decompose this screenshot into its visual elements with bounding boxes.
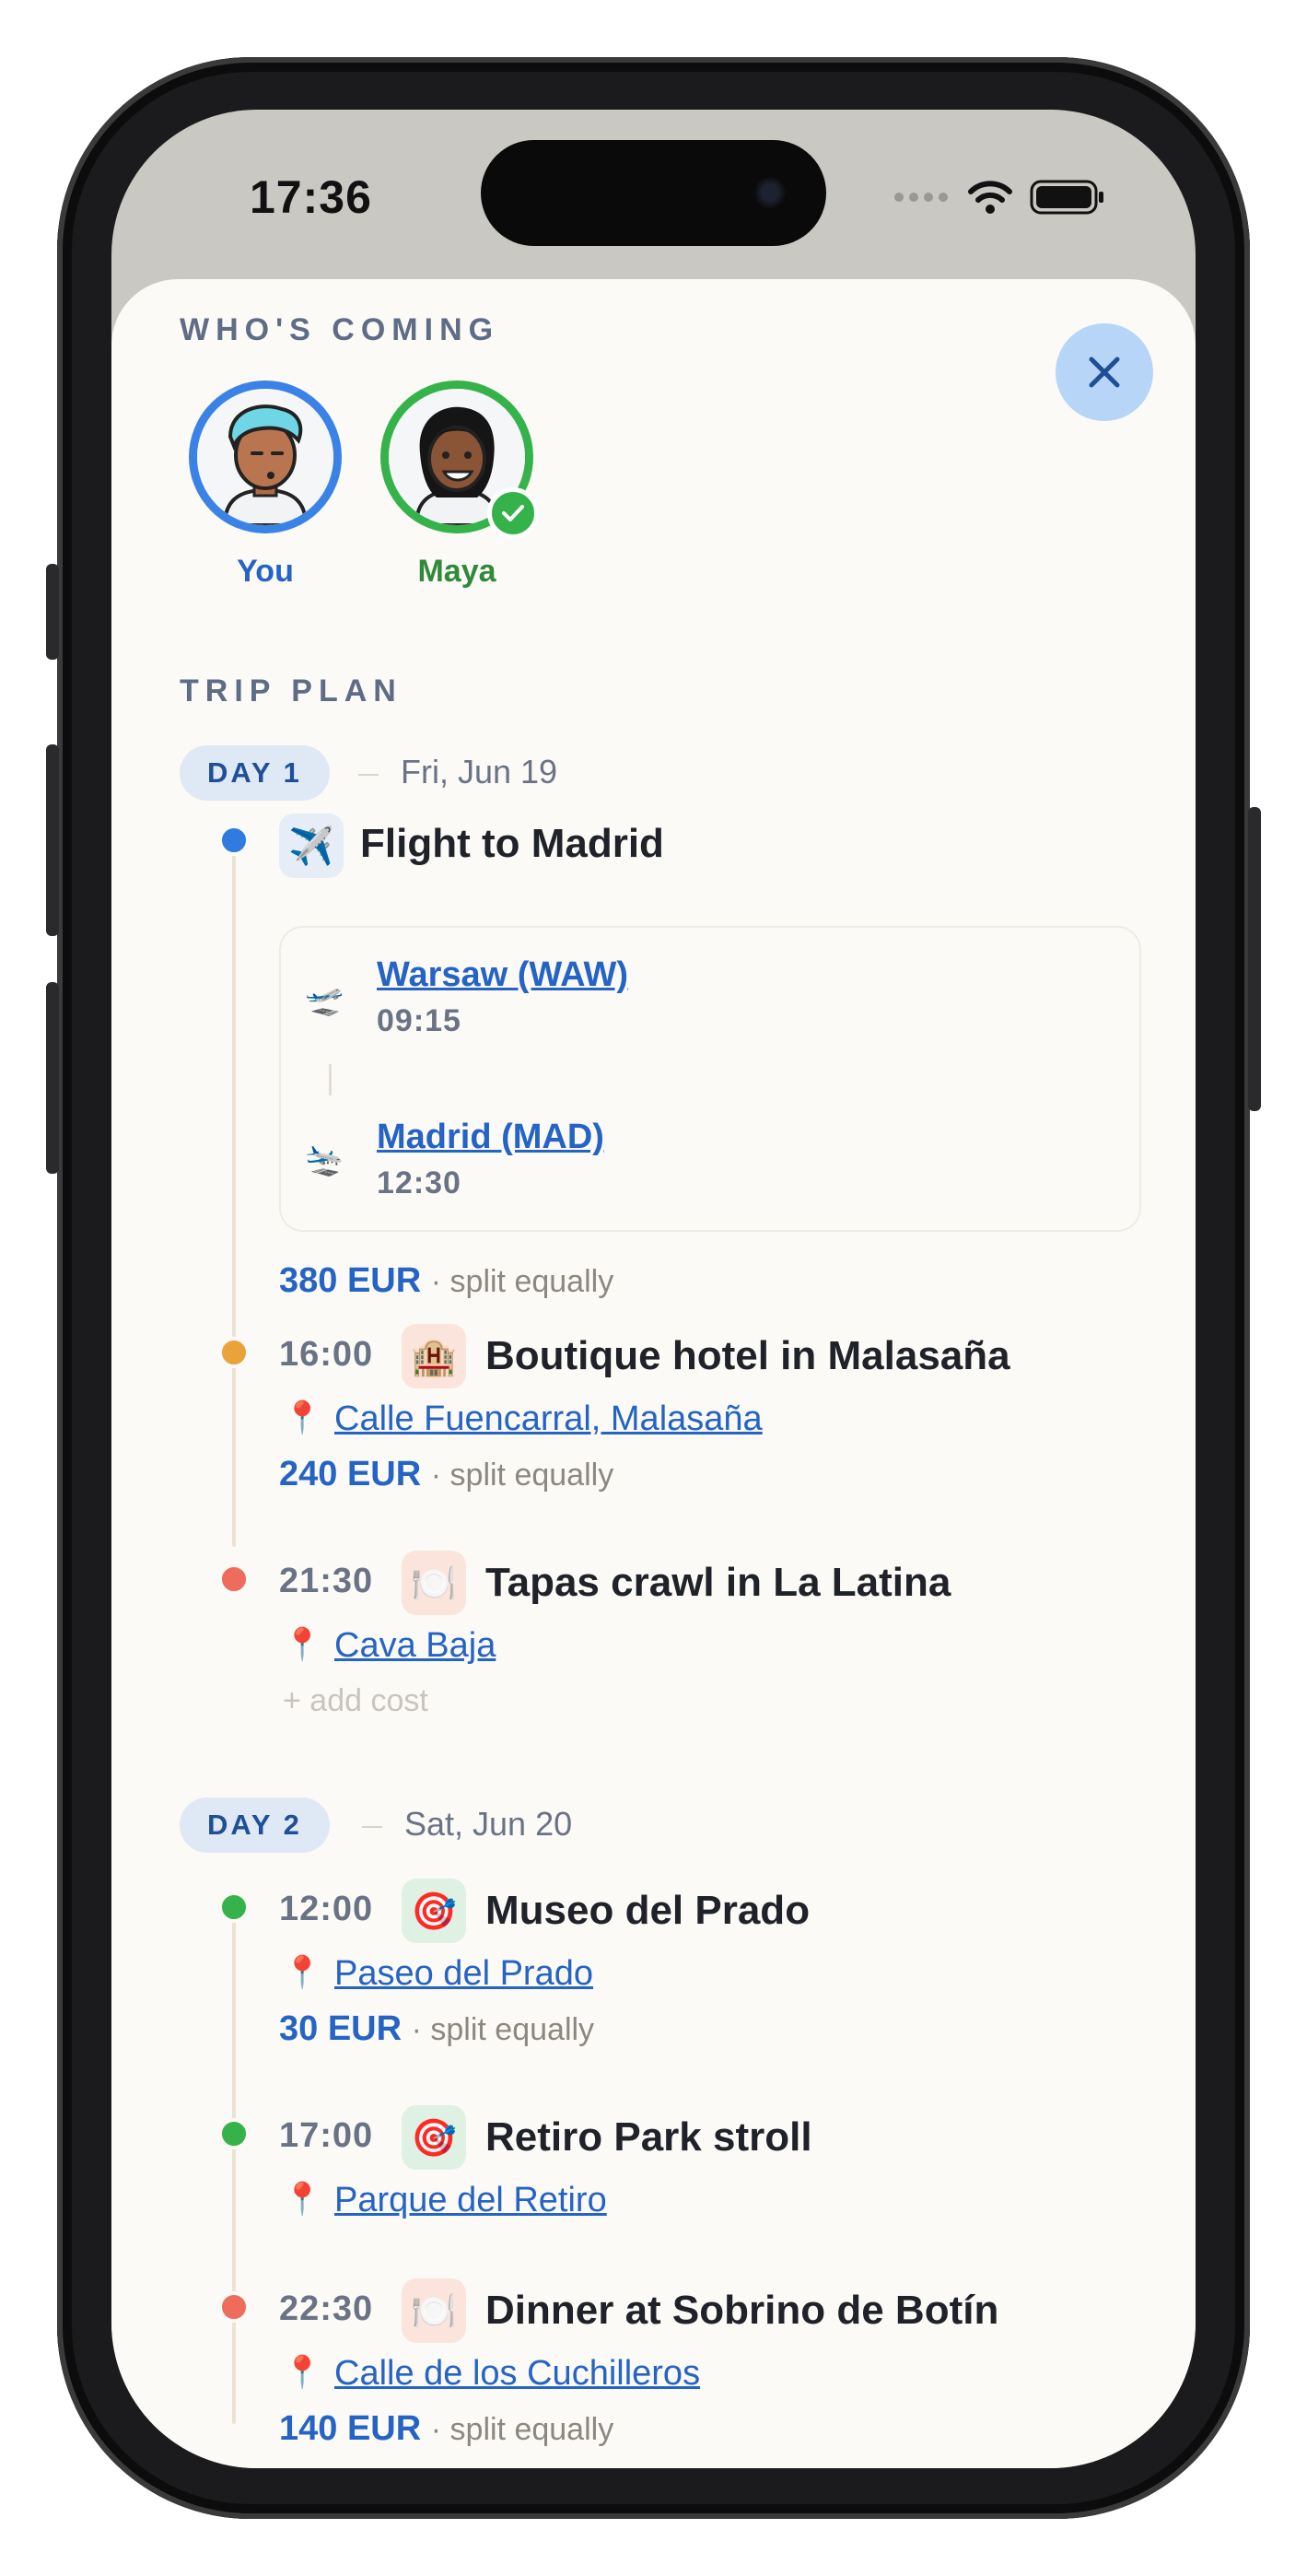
event-time: 22:30 — [279, 2289, 374, 2328]
timeline-line — [232, 1901, 236, 2424]
phone-screen: 17:36 WHO'S COMING You Maya TRIP PLAN DA… — [111, 110, 1196, 2468]
departure-time: 09:15 — [377, 1003, 461, 1038]
timeline-dot — [218, 2118, 250, 2149]
hotel-icon: 🏨 — [402, 1324, 466, 1388]
event-title[interactable]: Tapas crawl in La Latina — [485, 1560, 951, 1606]
close-button[interactable] — [1056, 323, 1153, 421]
location-link[interactable]: Paseo del Prado — [334, 1954, 593, 1994]
day-divider — [362, 1826, 382, 1828]
location-pin-icon: 📍 — [283, 1627, 322, 1662]
airplane-icon: ✈️ — [279, 814, 344, 878]
cost-split-note: · split equally — [430, 1264, 614, 1299]
volume-down-button — [46, 982, 59, 1174]
power-button — [1248, 807, 1261, 1111]
day-date: Fri, Jun 19 — [401, 753, 558, 790]
flight-card: 🛫 Warsaw (WAW) 09:15 🛬 Madrid (MAD) 12:3… — [279, 926, 1141, 1232]
plate-icon: 🍽️ — [402, 1551, 466, 1615]
day-pill[interactable]: DAY 2 — [180, 1797, 330, 1853]
cost-amount: 30 EUR — [279, 2009, 403, 2048]
plate-icon: 🍽️ — [402, 2278, 466, 2343]
trip-plan-label: TRIP PLAN — [180, 673, 403, 708]
wifi-icon — [968, 181, 1012, 214]
avatar — [189, 381, 342, 533]
timeline-dot — [218, 825, 250, 856]
action-button — [46, 564, 59, 660]
cost-split-note: · split equally — [430, 1458, 614, 1493]
volume-up-button — [46, 744, 59, 936]
event-title[interactable]: Dinner at Sobrino de Botín — [485, 2288, 998, 2334]
timeline-dot — [218, 1337, 250, 1368]
camera-icon — [751, 173, 789, 212]
flight-connector — [329, 1064, 332, 1095]
participant-you[interactable]: You — [187, 381, 344, 590]
signal-icon — [894, 193, 948, 202]
event-title[interactable]: Boutique hotel in Malasaña — [485, 1333, 1010, 1379]
event-title[interactable]: Museo del Prado — [485, 1888, 810, 1934]
participant-maya[interactable]: Maya — [379, 381, 539, 590]
status-icons — [893, 180, 1105, 215]
event-time: 17:00 — [279, 2116, 374, 2155]
event-cost[interactable]: 240 EUR · split equally — [279, 1455, 613, 1494]
cost-amount: 140 EUR — [279, 2409, 422, 2448]
participant-name: Maya — [417, 554, 496, 589]
day-divider — [358, 774, 379, 776]
timeline-line — [232, 839, 236, 1547]
cost-amount: 240 EUR — [279, 1455, 422, 1493]
location-link[interactable]: Calle Fuencarral, Malasaña — [334, 1399, 763, 1439]
timeline-dot — [218, 1891, 250, 1923]
event-cost[interactable]: 30 EUR · split equally — [279, 2009, 594, 2049]
landing-icon: 🛬 — [305, 1142, 344, 1177]
day-date: Sat, Jun 20 — [404, 1805, 573, 1843]
target-icon: 🎯 — [402, 2105, 466, 2170]
add-cost-button[interactable]: + add cost — [283, 1683, 428, 1719]
location-pin-icon: 📍 — [283, 1955, 322, 1990]
departure-airport-link[interactable]: Warsaw (WAW) — [377, 955, 628, 995]
avatar-you-illustration — [197, 389, 333, 525]
day-pill[interactable]: DAY 1 — [180, 745, 330, 801]
event-cost[interactable]: 380 EUR · split equally — [279, 1261, 613, 1301]
event-time: 16:00 — [279, 1335, 374, 1374]
dynamic-island — [481, 140, 826, 246]
event-time: 21:30 — [279, 1562, 374, 1600]
status-time: 17:36 — [250, 171, 372, 223]
close-icon — [1089, 357, 1120, 388]
cost-amount: 380 EUR — [279, 1261, 422, 1300]
location-link[interactable]: Calle de los Cuchilleros — [334, 2354, 700, 2394]
arrival-time: 12:30 — [377, 1165, 461, 1200]
arrival-airport-link[interactable]: Madrid (MAD) — [377, 1118, 604, 1157]
confirmed-check-icon — [487, 487, 539, 539]
location-pin-icon: 📍 — [283, 2355, 322, 2390]
timeline-dot — [218, 1563, 250, 1595]
location-link[interactable]: Cava Baja — [334, 1626, 496, 1666]
takeoff-icon: 🛫 — [305, 982, 344, 1017]
timeline-dot — [218, 2291, 250, 2323]
trip-sheet: WHO'S COMING You Maya TRIP PLAN DAY 1 Fr… — [111, 279, 1196, 2468]
event-cost[interactable]: 140 EUR · split equally — [279, 2409, 613, 2449]
cost-split-note: · split equally — [430, 2412, 614, 2447]
target-icon: 🎯 — [402, 1879, 466, 1943]
participant-name: You — [237, 554, 294, 589]
location-link[interactable]: Parque del Retiro — [334, 2181, 607, 2220]
whos-coming-label: WHO'S COMING — [180, 312, 500, 347]
battery-icon — [1030, 180, 1103, 215]
location-pin-icon: 📍 — [283, 1400, 322, 1435]
location-pin-icon: 📍 — [283, 2182, 322, 2217]
cost-split-note: · split equally — [411, 2012, 595, 2047]
event-time: 12:00 — [279, 1890, 374, 1928]
event-title[interactable]: Flight to Madrid — [360, 821, 664, 867]
event-title[interactable]: Retiro Park stroll — [485, 2114, 812, 2160]
